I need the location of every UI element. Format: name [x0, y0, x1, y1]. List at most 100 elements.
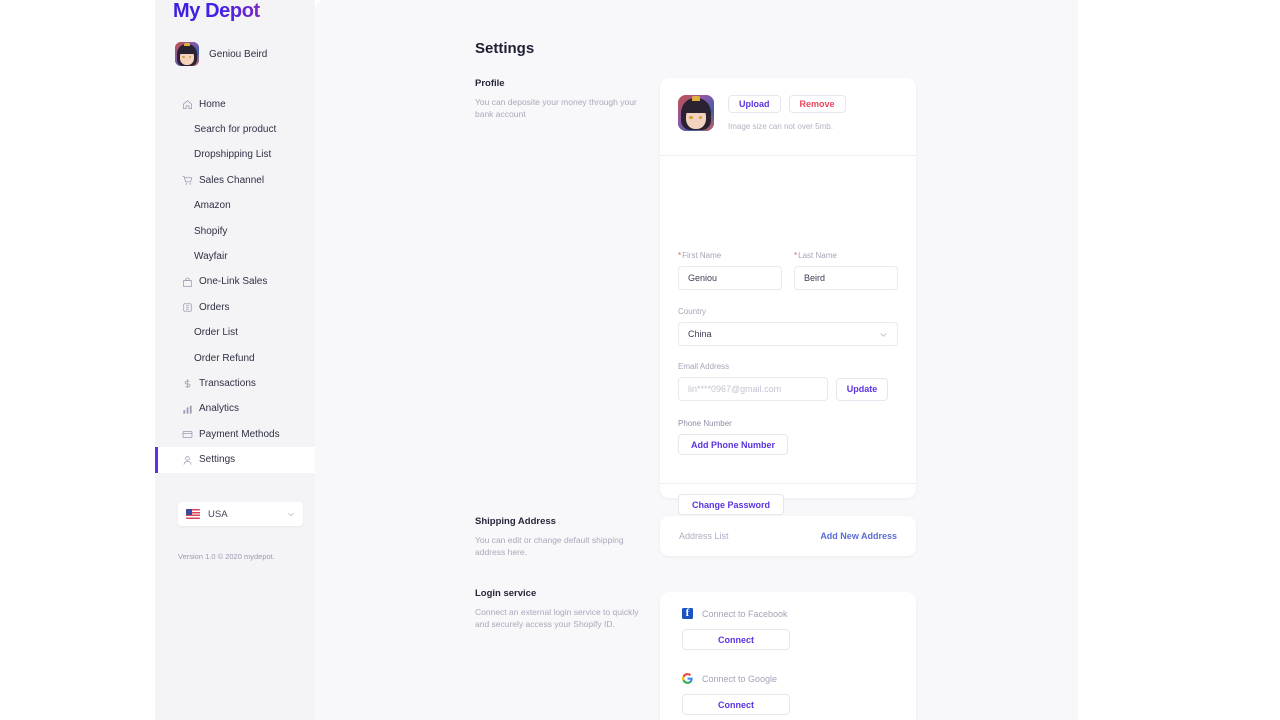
profile-avatar: [678, 95, 714, 131]
profile-description: You can deposite your money through your…: [475, 97, 637, 120]
us-flag-icon: [186, 509, 200, 519]
sidebar-nav: Home Search for product Dropshipping List S…: [155, 92, 315, 474]
version-text: Version 1.0 © 2020 mydepot.: [178, 552, 275, 561]
upload-button[interactable]: Upload: [728, 95, 781, 113]
profile-label: Profile: [475, 78, 505, 89]
sidebar-item-analytics[interactable]: Analytics: [155, 397, 315, 422]
add-new-address-link[interactable]: Add New Address: [820, 531, 897, 541]
chart-icon: [182, 404, 193, 415]
sidebar-item-label: Order List: [194, 327, 238, 339]
google-service: Connect to Google Connect: [682, 673, 790, 715]
google-service-name: Connect to Google: [702, 673, 778, 684]
sidebar-item-order-refund[interactable]: Order Refund: [155, 346, 315, 371]
required-asterisk: *: [678, 251, 682, 260]
image-size-hint: Image size can not over 5mb.: [728, 122, 833, 131]
sidebar-item-search-for-product[interactable]: Search for product: [155, 117, 315, 142]
change-password-button[interactable]: Change Password: [678, 494, 785, 515]
sidebar-item-label: Payment Methods: [199, 428, 280, 440]
sidebar: My Depot Geniou Beird Home Search for pro…: [155, 0, 315, 720]
divider: [660, 155, 916, 156]
last-name-input[interactable]: [794, 266, 898, 290]
cart-icon: [182, 175, 193, 186]
sidebar-item-shopify[interactable]: Shopify: [155, 219, 315, 244]
sidebar-item-label: Transactions: [199, 377, 256, 389]
add-phone-number-button[interactable]: Add Phone Number: [678, 434, 789, 455]
sidebar-item-label: Order Refund: [194, 352, 255, 364]
name-fields-row: *First Name *Last Name: [678, 251, 898, 290]
update-email-button[interactable]: Update: [836, 377, 888, 401]
phone-group: Phone Number Add Phone Number: [678, 419, 898, 455]
email-group: Email Address Update: [678, 362, 898, 401]
bag-icon: [182, 277, 193, 288]
first-name-label-text: First Name: [682, 251, 722, 260]
profile-card: Upload Remove Image size can not over 5m…: [660, 78, 916, 549]
facebook-service-name: Connect to Facebook: [702, 608, 788, 619]
sidebar-item-label: Shopify: [194, 225, 228, 237]
google-icon: [682, 673, 693, 684]
facebook-service: Connect to Facebook Connect: [682, 607, 790, 650]
last-name-label-text: Last Name: [798, 251, 837, 260]
dollar-icon: [182, 378, 193, 389]
user-icon: [182, 455, 193, 466]
sidebar-item-home[interactable]: Home: [155, 92, 315, 117]
sidebar-item-label: Search for product: [194, 124, 277, 136]
phone-label: Phone Number: [678, 419, 732, 428]
sidebar-item-label: One-Link Sales: [199, 276, 268, 288]
sidebar-item-wayfair[interactable]: Wayfair: [155, 244, 315, 269]
address-list-label: Address List: [679, 531, 729, 541]
email-input[interactable]: [678, 377, 828, 401]
chevron-down-icon: [287, 510, 295, 518]
sidebar-item-settings[interactable]: Settings: [155, 447, 315, 474]
sidebar-item-dropshipping-list[interactable]: Dropshipping List: [155, 143, 315, 168]
login-label: Login service: [475, 588, 537, 599]
sidebar-item-orders[interactable]: Orders: [155, 295, 315, 320]
country-label: Country: [678, 307, 707, 316]
address-card: Address List Add New Address: [660, 516, 916, 556]
sidebar-item-label: Wayfair: [194, 251, 228, 263]
login-description: Connect an external login service to qui…: [475, 607, 639, 630]
country-select[interactable]: USA: [178, 502, 303, 526]
login-section-label: Login service Connect an external login …: [475, 588, 645, 630]
sidebar-user-name: Geniou Beird: [209, 48, 268, 60]
orders-icon: [182, 302, 193, 313]
sidebar-item-transactions[interactable]: Transactions: [155, 371, 315, 396]
sidebar-item-label: Dropshipping List: [194, 149, 272, 161]
chevron-down-icon: [879, 330, 888, 339]
sidebar-item-payment-methods[interactable]: Payment Methods: [155, 422, 315, 447]
shipping-section-label: Shipping Address You can edit or change …: [475, 516, 645, 558]
sidebar-item-label: Amazon: [194, 200, 231, 212]
country-value: China: [688, 329, 712, 339]
sidebar-item-sales-channel[interactable]: Sales Channel: [155, 168, 315, 193]
facebook-icon: [682, 607, 693, 619]
email-label: Email Address: [678, 362, 730, 371]
sidebar-item-amazon[interactable]: Amazon: [155, 194, 315, 219]
home-icon: [182, 99, 193, 110]
last-name-group: *Last Name: [794, 251, 898, 290]
sidebar-user[interactable]: Geniou Beird: [175, 42, 267, 66]
first-name-label: *First Name: [678, 251, 782, 260]
sidebar-item-one-link-sales[interactable]: One-Link Sales: [155, 270, 315, 295]
country-group: Country China: [678, 307, 898, 346]
login-service-card: Connect to Facebook Connect Connect to G…: [660, 592, 916, 720]
country-dropdown[interactable]: China: [678, 322, 898, 346]
connect-facebook-button[interactable]: Connect: [682, 629, 790, 650]
country-select-value: USA: [208, 508, 228, 520]
divider: [660, 483, 916, 484]
first-name-input[interactable]: [678, 266, 782, 290]
brand-logo[interactable]: My Depot: [173, 0, 260, 22]
avatar: [175, 42, 199, 66]
sidebar-item-label: Sales Channel: [199, 174, 265, 186]
shipping-label: Shipping Address: [475, 516, 556, 527]
card-icon: [182, 429, 193, 440]
sidebar-item-order-list[interactable]: Order List: [155, 321, 315, 346]
page-title: Settings: [475, 40, 535, 57]
required-asterisk: *: [794, 251, 798, 260]
first-name-group: *First Name: [678, 251, 782, 290]
last-name-label: *Last Name: [794, 251, 898, 260]
main-content: Settings Profile You can deposite your m…: [315, 0, 1078, 720]
app-root: My Depot Geniou Beird Home Search for pro…: [0, 0, 1280, 720]
shipping-description: You can edit or change default shipping …: [475, 535, 624, 558]
remove-button[interactable]: Remove: [788, 95, 846, 113]
profile-section-label: Profile You can deposite your money thro…: [475, 78, 645, 120]
connect-google-button[interactable]: Connect: [682, 694, 790, 715]
